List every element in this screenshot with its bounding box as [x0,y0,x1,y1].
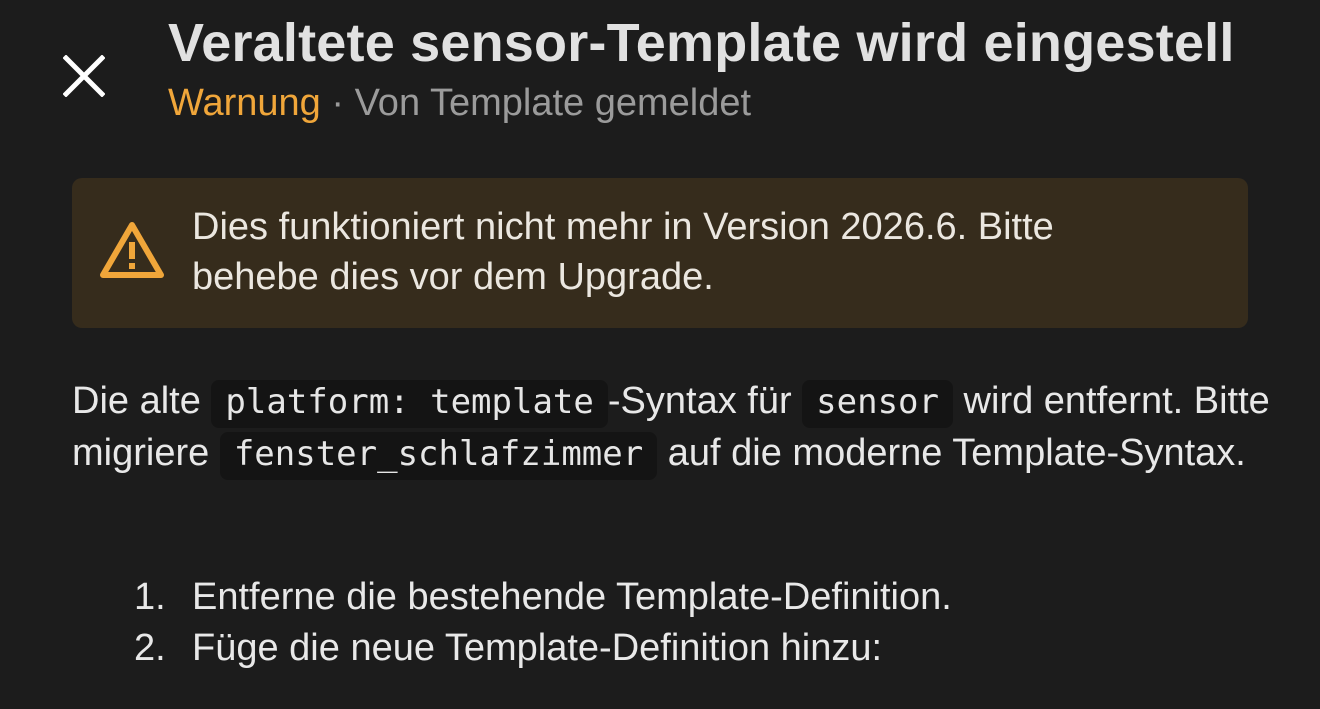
step-number: 1. [134,576,166,618]
inline-code: sensor [802,380,953,428]
repair-dialog: Veraltete sensor-Template wird eingestel… [0,0,1320,709]
dialog-title: Veraltete sensor-Template wird eingestel… [168,13,1235,73]
step-number: 2. [134,627,166,669]
list-item: 1. Entferne die bestehende Template-Defi… [72,572,1272,623]
close-button[interactable] [48,40,120,112]
dialog-subtitle: Warnung · Von Template gemeldet [168,78,1300,128]
issue-description: Die alte platform: template -Syntax für s… [72,376,1272,480]
warning-alert: Dies funktioniert nicht mehr in Version … [72,178,1248,328]
description-text: auf die moderne Template-Syntax. [657,432,1246,474]
list-item: 2. Füge die neue Template-Definition hin… [72,623,1272,674]
subtitle-separator: · [320,82,355,124]
inline-code: fenster_schlafzimmer [219,432,658,480]
alert-message: Dies funktioniert nicht mehr in Version … [192,206,1054,298]
close-icon [63,55,105,97]
severity-label: Warnung [168,82,321,124]
dialog-header: Veraltete sensor-Template wird eingestel… [168,6,1300,128]
description-text: -Syntax für [607,380,803,422]
inline-code: platform: template [211,380,608,428]
step-text: Entferne die bestehende Template-Definit… [192,576,952,618]
reporter-label: Von Template gemeldet [354,82,752,124]
step-text: Füge die neue Template-Definition hinzu: [192,627,883,669]
steps-list: 1. Entferne die bestehende Template-Defi… [72,572,1272,674]
description-text: Die alte [72,380,212,422]
warning-icon [100,222,164,278]
